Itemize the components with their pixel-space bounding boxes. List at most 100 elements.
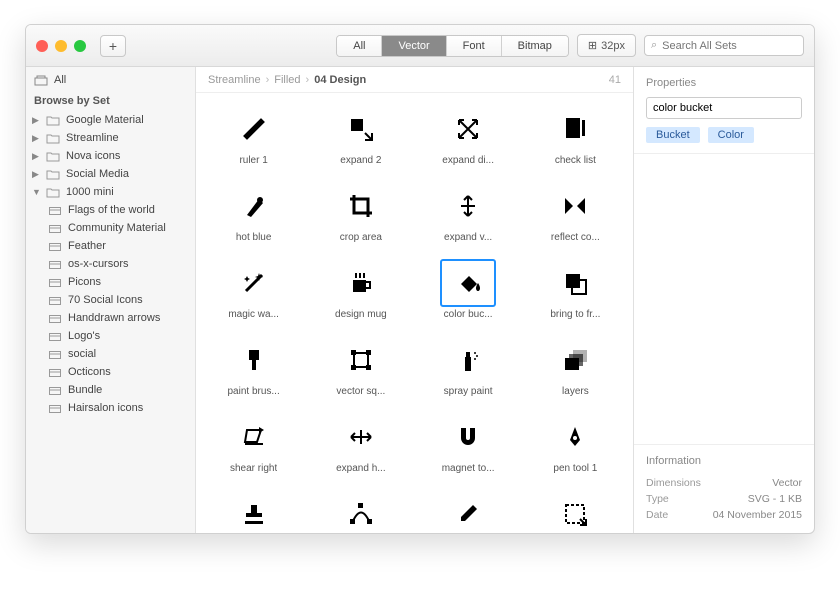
sidebar-subset[interactable]: Flags of the world (26, 201, 195, 219)
tag[interactable]: Color (708, 127, 754, 143)
segment-bitmap[interactable]: Bitmap (502, 36, 568, 56)
size-selector[interactable]: ⊞ 32px (577, 34, 636, 57)
sidebar-set-label: Nova icons (66, 150, 120, 162)
icon-cell[interactable] (415, 484, 522, 533)
icon-cell[interactable]: expand v... (415, 176, 522, 253)
folder-icon (46, 169, 60, 180)
sidebar-all[interactable]: All (26, 71, 195, 89)
box-icon (48, 349, 62, 360)
box-icon (48, 259, 62, 270)
icon-cell[interactable]: vector sq... (307, 330, 414, 407)
sidebar-subset[interactable]: social (26, 345, 195, 363)
icon-cell[interactable]: expand h... (307, 407, 414, 484)
sidebar-set[interactable]: ▶Streamline (26, 129, 195, 147)
icon-cell[interactable]: spray paint (415, 330, 522, 407)
box-icon (48, 277, 62, 288)
icon-cell[interactable]: hot blue (200, 176, 307, 253)
info-value: 04 November 2015 (713, 509, 802, 521)
sidebar-subset-label: Picons (68, 276, 101, 288)
sidebar-subset-label: os-x-cursors (68, 258, 129, 270)
add-button[interactable]: + (100, 35, 126, 57)
icon-cell[interactable]: layers (522, 330, 629, 407)
icon-cell[interactable] (200, 484, 307, 533)
information-title: Information (646, 455, 802, 467)
icon-label: hot blue (236, 232, 272, 243)
minimize-icon[interactable] (55, 40, 67, 52)
expandh-icon (333, 413, 389, 461)
sidebar-subset-label: Bundle (68, 384, 102, 396)
icon-cell[interactable]: shear right (200, 407, 307, 484)
sidebar-set[interactable]: ▶ Social Media (26, 165, 195, 183)
icon-cell[interactable]: crop area (307, 176, 414, 253)
icon-cell[interactable] (522, 484, 629, 533)
icon-label: crop area (340, 232, 382, 243)
disclosure-triangle-icon: ▶ (32, 169, 40, 180)
sidebar-subset[interactable]: Handdrawn arrows (26, 309, 195, 327)
icon-cell[interactable]: magnet to... (415, 407, 522, 484)
sidebar-set[interactable]: ▶Google Material (26, 111, 195, 129)
info-row: TypeSVG - 1 KB (646, 491, 802, 507)
segment-font[interactable]: Font (447, 36, 502, 56)
zoom-icon[interactable] (74, 40, 86, 52)
icon-label: magnet to... (442, 463, 495, 474)
icon-cell[interactable]: check list (522, 99, 629, 176)
icon-cell[interactable]: magic wa... (200, 253, 307, 330)
search-input[interactable] (662, 40, 797, 52)
sidebar-subset-label: Feather (68, 240, 106, 252)
crumb-0[interactable]: Streamline (208, 74, 261, 86)
ruler-icon (226, 105, 282, 153)
sidebar-subset[interactable]: Logo's (26, 327, 195, 345)
folder-icon (46, 115, 60, 126)
icon-cell[interactable] (307, 484, 414, 533)
sidebar-set-label: 1000 mini (66, 186, 114, 198)
icon-label: color buc... (444, 309, 493, 320)
segment-all[interactable]: All (337, 36, 382, 56)
tag[interactable]: Bucket (646, 127, 700, 143)
icon-cell[interactable]: paint brus... (200, 330, 307, 407)
sidebar-subset[interactable]: Community Material (26, 219, 195, 237)
box-icon (48, 403, 62, 414)
bucket-icon (440, 259, 496, 307)
vector2-icon (333, 490, 389, 533)
sidebar-subset[interactable]: Octicons (26, 363, 195, 381)
sidebar-subset-label: Logo's (68, 330, 100, 342)
sidebar-set[interactable]: ▶Nova icons (26, 147, 195, 165)
icon-cell[interactable]: design mug (307, 253, 414, 330)
icon-cell[interactable]: ruler 1 (200, 99, 307, 176)
mug-icon (333, 259, 389, 307)
segment-vector[interactable]: Vector (382, 36, 446, 56)
sidebar-subset[interactable]: 70 Social Icons (26, 291, 195, 309)
sidebar-set[interactable]: ▼1000 mini (26, 183, 195, 201)
search-icon: ⌕ (651, 39, 657, 52)
sidebar-subset[interactable]: Hairsalon icons (26, 399, 195, 417)
tag-list: Bucket Color (646, 127, 802, 143)
icon-cell[interactable]: reflect co... (522, 176, 629, 253)
icon-cell[interactable]: expand 2 (307, 99, 414, 176)
icon-cell[interactable]: color buc... (415, 253, 522, 330)
info-value: Vector (772, 477, 802, 489)
layers-icon (547, 336, 603, 384)
icon-cell[interactable]: expand di... (415, 99, 522, 176)
sidebar-subset[interactable]: os-x-cursors (26, 255, 195, 273)
search-field[interactable]: ⌕ (644, 35, 804, 56)
inspector: Properties BucketColor Information Dimen… (634, 67, 814, 533)
icon-cell[interactable]: bring to fr... (522, 253, 629, 330)
crop-icon (333, 182, 389, 230)
sidebar-subset[interactable]: Bundle (26, 381, 195, 399)
reflect-icon (547, 182, 603, 230)
icon-label: vector sq... (336, 386, 385, 397)
wand-icon (226, 259, 282, 307)
icon-label: paint brus... (227, 386, 279, 397)
icon-cell[interactable]: pen tool 1 (522, 407, 629, 484)
close-icon[interactable] (36, 40, 48, 52)
icon-grid: ruler 1expand 2expand di...check list hot… (196, 93, 633, 533)
crumb-1[interactable]: Filled (274, 74, 300, 86)
app-window: + AllVectorFontBitmap ⊞ 32px ⌕ All Brows… (25, 24, 815, 534)
chevron-right-icon: › (266, 74, 270, 86)
icon-name-input[interactable] (646, 97, 802, 119)
sidebar-subset[interactable]: Picons (26, 273, 195, 291)
info-row: Date04 November 2015 (646, 507, 802, 523)
stack-icon (34, 75, 48, 86)
sidebar-subset[interactable]: Feather (26, 237, 195, 255)
sidebar-set-label: Social Media (66, 168, 129, 180)
